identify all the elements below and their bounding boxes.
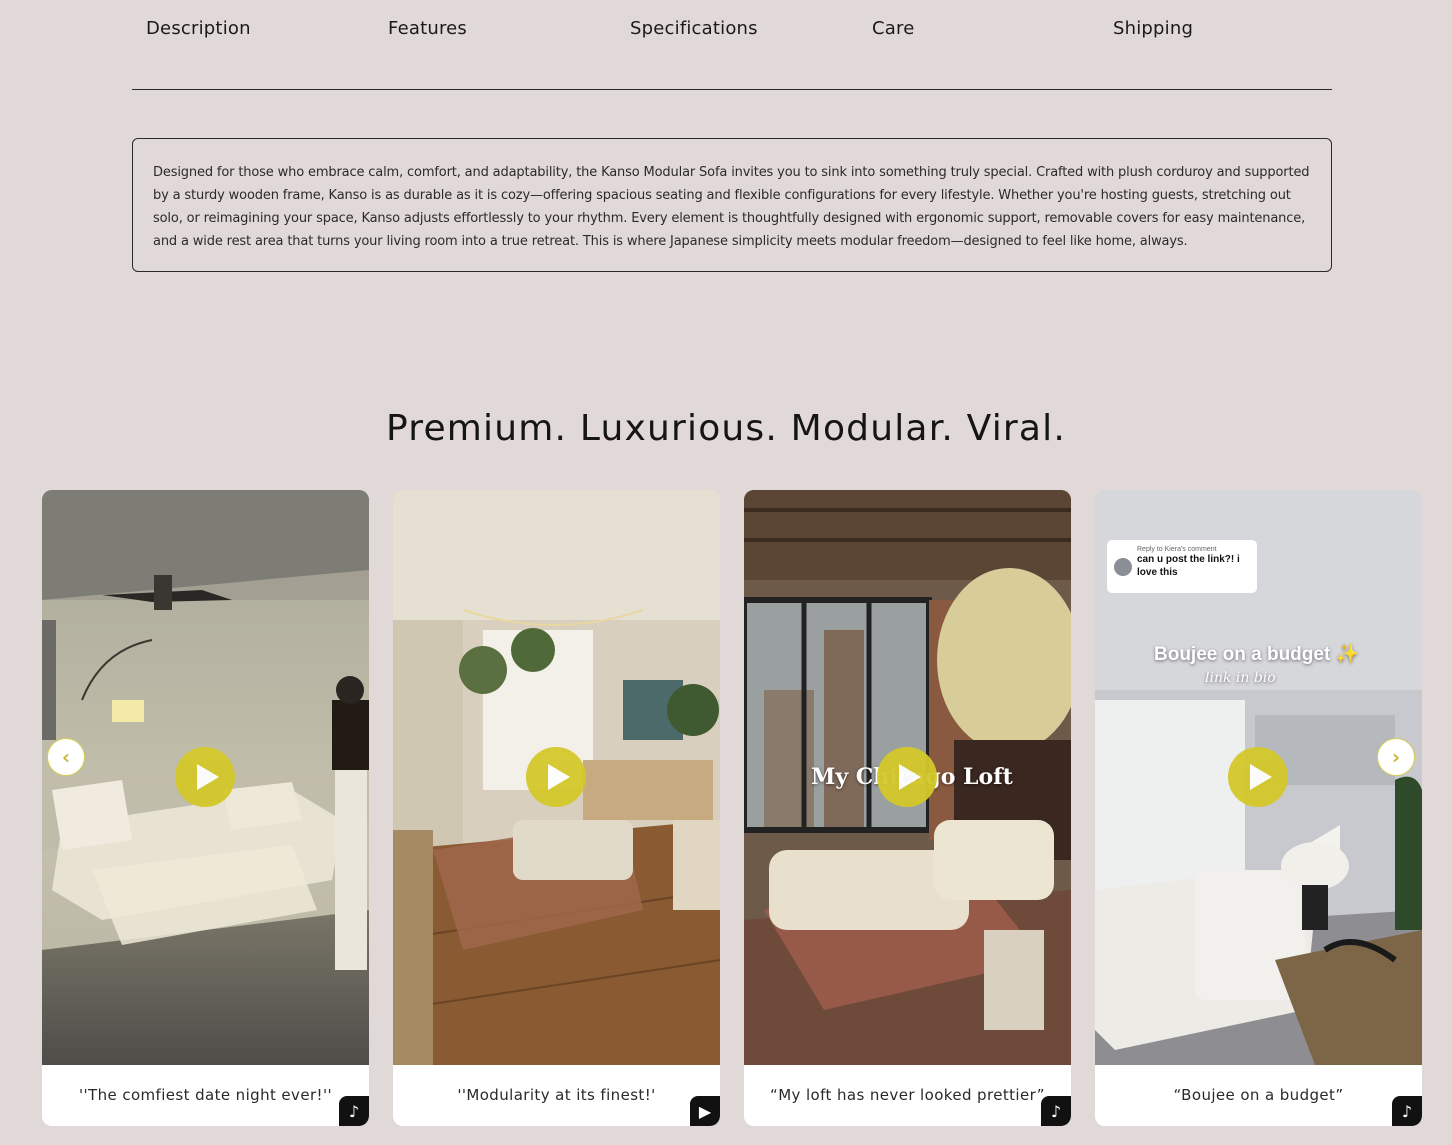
video-thumbnail[interactable]: My Chicago Loft [744, 490, 1071, 1065]
video-overlay-title: Boujee on a budget ✨ [1154, 644, 1360, 665]
play-button[interactable] [175, 747, 235, 807]
tab-shipping[interactable]: Shipping [1113, 18, 1193, 39]
play-button[interactable] [1228, 747, 1288, 807]
youtube-shorts-icon[interactable]: ▶ [690, 1096, 720, 1126]
product-tabs: Description Features Specifications Care… [132, 0, 1332, 90]
video-thumbnail[interactable]: Reply to Kiera's comment can u post the … [1095, 490, 1422, 1065]
chevron-left-icon: ‹ [61, 745, 71, 769]
video-thumbnail[interactable] [42, 490, 369, 1065]
comment-bubble: Reply to Kiera's comment can u post the … [1107, 540, 1257, 593]
comment-reply-label: Reply to Kiera's comment [1137, 546, 1217, 553]
avatar [1114, 558, 1132, 576]
video-caption: ''The comfiest date night ever!'' [42, 1065, 369, 1126]
video-card[interactable]: ''The comfiest date night ever!'' ♪ [42, 490, 369, 1126]
video-thumbnail[interactable] [393, 490, 720, 1065]
tab-description[interactable]: Description [146, 18, 251, 39]
carousel-next-button[interactable]: › [1377, 738, 1415, 776]
tab-features[interactable]: Features [388, 18, 467, 39]
comment-text: can u post the link?! i love this [1137, 554, 1240, 578]
carousel-prev-button[interactable]: ‹ [47, 738, 85, 776]
video-overlay-subtitle: link in bio [1205, 670, 1276, 686]
tab-specifications[interactable]: Specifications [630, 18, 758, 39]
chevron-right-icon: › [1391, 745, 1401, 769]
video-card[interactable]: ''Modularity at its finest!' ▶ [393, 490, 720, 1126]
video-card[interactable]: My Chicago Loft “My loft has never looke… [744, 490, 1071, 1126]
video-card[interactable]: Reply to Kiera's comment can u post the … [1095, 490, 1422, 1126]
tiktok-icon[interactable]: ♪ [1392, 1096, 1422, 1126]
video-caption: ''Modularity at its finest!' [393, 1065, 720, 1126]
description-panel: Designed for those who embrace calm, com… [132, 138, 1332, 272]
video-caption: “Boujee on a budget” [1095, 1065, 1422, 1126]
description-text: Designed for those who embrace calm, com… [153, 165, 1310, 249]
tab-care[interactable]: Care [872, 18, 914, 39]
play-button[interactable] [526, 747, 586, 807]
tiktok-icon[interactable]: ♪ [339, 1096, 369, 1126]
section-heading: Premium. Luxurious. Modular. Viral. [385, 408, 1067, 449]
video-caption: “My loft has never looked prettier” [744, 1065, 1071, 1126]
play-button[interactable] [877, 747, 937, 807]
tiktok-icon[interactable]: ♪ [1041, 1096, 1071, 1126]
